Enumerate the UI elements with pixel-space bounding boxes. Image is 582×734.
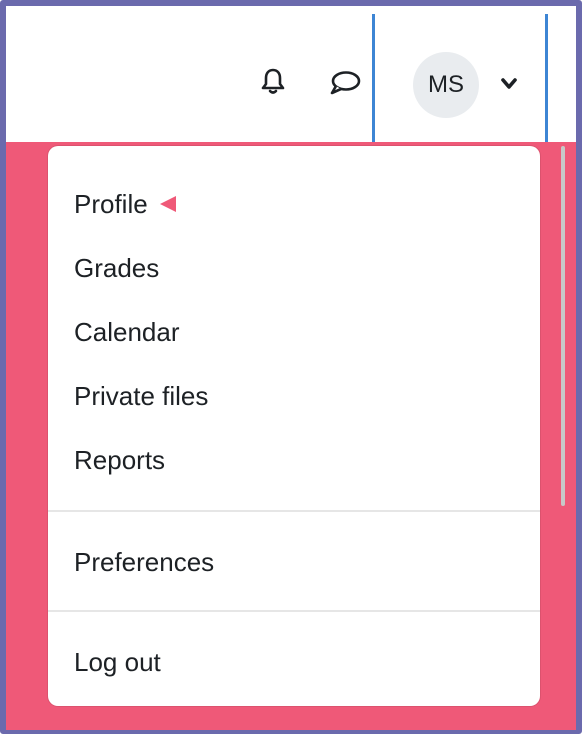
menu-item-label: Grades: [74, 253, 160, 283]
menu-item-grades[interactable]: Grades: [48, 238, 540, 298]
menu-divider: [48, 610, 540, 612]
menu-item-label: Preferences: [74, 547, 215, 577]
menu-item-reports[interactable]: Reports: [48, 430, 540, 490]
bell-icon[interactable]: [258, 66, 288, 96]
menu-item-label: Log out: [74, 647, 161, 677]
menu-item-private-files[interactable]: Private files: [48, 366, 540, 426]
menu-item-label: Private files: [74, 381, 209, 411]
pointer-arrow-icon: [159, 196, 176, 213]
menu-item-profile[interactable]: Profile: [48, 174, 540, 234]
user-dropdown-menu: Profile Grades Calendar Private files Re…: [48, 146, 540, 706]
screenshot-frame: MS Profile Grades Calendar Private files…: [0, 0, 582, 734]
menu-divider: [48, 510, 540, 512]
menu-item-logout[interactable]: Log out: [48, 632, 540, 692]
navbar: MS: [6, 6, 576, 146]
avatar[interactable]: MS: [413, 52, 479, 118]
menu-item-label: Reports: [74, 445, 166, 475]
chevron-down-icon[interactable]: [499, 76, 519, 92]
menu-item-calendar[interactable]: Calendar: [48, 302, 540, 362]
scrollbar[interactable]: [561, 146, 565, 506]
speech-bubble-icon[interactable]: [328, 70, 362, 96]
menu-item-label: Calendar: [74, 317, 180, 347]
menu-item-label: Profile: [74, 189, 148, 219]
user-menu-toggle[interactable]: MS: [372, 14, 548, 146]
menu-item-preferences[interactable]: Preferences: [48, 532, 540, 592]
